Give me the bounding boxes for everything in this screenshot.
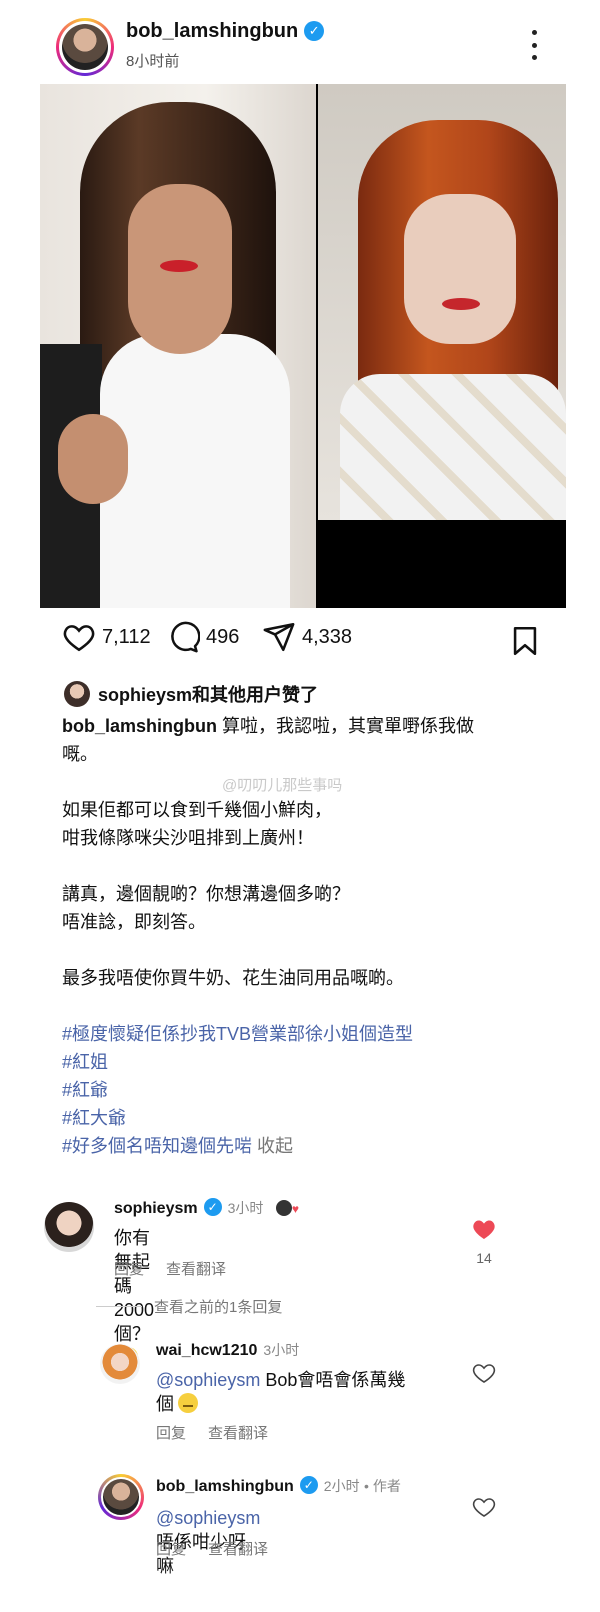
comment-time: 3小时 bbox=[227, 1200, 264, 1216]
reply-username-text[interactable]: bob_lamshingbun bbox=[156, 1478, 294, 1495]
author-reply-avatar[interactable] bbox=[98, 1474, 144, 1520]
hashtag-link[interactable]: #好多個名唔知邊個先啱 bbox=[62, 1136, 252, 1156]
replier-avatar[interactable] bbox=[100, 1344, 140, 1384]
verified-badge-icon: ✓ bbox=[304, 21, 325, 41]
divider bbox=[96, 1306, 142, 1307]
author-avatar-mini bbox=[275, 1200, 292, 1216]
like-count: 7,112 bbox=[102, 625, 151, 648]
more-options-icon[interactable] bbox=[527, 30, 541, 60]
post-time: 8小时前 bbox=[126, 53, 180, 70]
bookmark-icon bbox=[513, 626, 537, 656]
post-image[interactable] bbox=[40, 84, 566, 608]
author-liked-heart-icon: ♥ bbox=[291, 1202, 299, 1216]
reply-username-text[interactable]: wai_hcw1210 bbox=[156, 1342, 257, 1359]
reply-like-heart-icon[interactable] bbox=[472, 1362, 496, 1384]
reply-time: 3小时 bbox=[263, 1342, 300, 1358]
user-avatar[interactable] bbox=[56, 18, 114, 76]
share-count: 4,338 bbox=[302, 625, 353, 648]
hashtag-link[interactable]: #極度懷疑佢係抄我TVB營業部徐小姐個造型 bbox=[62, 1020, 546, 1048]
author-tag: • 作者 bbox=[364, 1478, 401, 1494]
commenter-avatar[interactable] bbox=[44, 1202, 94, 1252]
comment-button[interactable]: 496 bbox=[166, 620, 239, 654]
smile-emoji-icon bbox=[178, 1393, 198, 1413]
comment-text-body: 你有無起碼2000個？ bbox=[114, 1228, 155, 1344]
reply-like-heart-icon[interactable] bbox=[472, 1496, 496, 1518]
like-button[interactable]: 7,112 bbox=[62, 620, 151, 654]
comment-like-count: 14 bbox=[476, 1250, 492, 1266]
verified-badge-icon: ✓ bbox=[299, 1476, 318, 1494]
mention-link[interactable]: @sophieysm bbox=[156, 1370, 260, 1390]
caption-line-2: 嘅。 bbox=[62, 744, 98, 764]
translate-button[interactable]: 查看翻译 bbox=[208, 1541, 268, 1558]
post-username-text[interactable]: bob_lamshingbun bbox=[126, 20, 298, 42]
post-action-bar: 7,112 496 4,338 bbox=[0, 620, 600, 664]
reply-button[interactable]: 回复 bbox=[114, 1261, 144, 1278]
caption-username[interactable]: bob_lamshingbun bbox=[62, 716, 217, 736]
view-previous-text[interactable]: 查看之前的1条回复 bbox=[154, 1296, 282, 1317]
save-button[interactable] bbox=[508, 624, 548, 658]
comment-count: 496 bbox=[206, 625, 240, 648]
hashtag-link[interactable]: #紅爺 bbox=[62, 1076, 546, 1104]
post-header: bob_lamshingbun ✓ 8小时前 bbox=[0, 0, 600, 84]
translate-button[interactable]: 查看翻译 bbox=[208, 1425, 268, 1442]
collapse-link[interactable]: 收起 bbox=[257, 1136, 293, 1156]
hashtag-link[interactable]: #紅姐 bbox=[62, 1048, 546, 1076]
hashtag-link[interactable]: #紅大爺 bbox=[62, 1104, 546, 1132]
reply-actions: 回复 查看翻译 bbox=[156, 1538, 290, 1559]
reply-username[interactable]: bob_lamshingbun ✓ 2小时 • 作者 bbox=[156, 1476, 401, 1496]
comment-like-heart-icon[interactable] bbox=[472, 1218, 496, 1240]
reply-actions: 回复 查看翻译 bbox=[156, 1422, 290, 1443]
reply-text-line2: 個 bbox=[156, 1394, 174, 1414]
caption-line-1: 算啦，我認啦，其實單嘢係我做 bbox=[217, 716, 474, 736]
comment-username-text[interactable]: sophieysm bbox=[114, 1200, 198, 1217]
comment-icon bbox=[171, 621, 200, 653]
liker-avatar bbox=[64, 681, 90, 707]
liked-by-row[interactable]: sophieysm和其他用户赞了 bbox=[64, 680, 318, 708]
liked-by-text: sophieysm和其他用户赞了 bbox=[98, 685, 319, 705]
caption-para3-line2: 唔准諗，即刻答。 bbox=[62, 912, 206, 932]
reply-text-line1: Bob會唔會係萬幾 bbox=[260, 1370, 406, 1390]
reply-text: @sophieysm Bob會唔會係萬幾 個 bbox=[156, 1368, 456, 1416]
comment-actions: 回复 查看翻译 bbox=[114, 1258, 248, 1279]
share-button[interactable]: 4,338 bbox=[262, 620, 352, 654]
caption-para3-line1: 講真，邊個靚啲？你想溝邊個多啲？ bbox=[62, 884, 350, 904]
view-previous-replies[interactable]: 查看之前的1条回复 bbox=[96, 1296, 282, 1317]
mention-link[interactable]: @sophieysm bbox=[156, 1508, 260, 1528]
heart-icon bbox=[63, 625, 95, 652]
send-icon bbox=[263, 622, 295, 652]
reply-username[interactable]: wai_hcw1210 3小时 bbox=[156, 1340, 299, 1360]
post-username[interactable]: bob_lamshingbun ✓ bbox=[126, 20, 325, 43]
reply-time: 2小时 bbox=[323, 1478, 360, 1494]
translate-button[interactable]: 查看翻译 bbox=[166, 1261, 226, 1278]
caption-para2-line2: 咁我條隊咪尖沙咀排到上廣州！ bbox=[62, 828, 314, 848]
comment-username[interactable]: sophieysm ✓ 3小时 ♥ bbox=[114, 1198, 299, 1218]
reply-button[interactable]: 回复 bbox=[156, 1541, 186, 1558]
caption-para4: 最多我唔使你買牛奶、花生油同用品嘅啲。 bbox=[62, 968, 404, 988]
caption-para2-line1: 如果佢都可以食到千幾個小鮮肉， bbox=[62, 800, 332, 820]
watermark: @叨叨儿那些事吗 bbox=[222, 777, 343, 794]
verified-badge-icon: ✓ bbox=[203, 1198, 222, 1216]
reply-button[interactable]: 回复 bbox=[156, 1425, 186, 1442]
